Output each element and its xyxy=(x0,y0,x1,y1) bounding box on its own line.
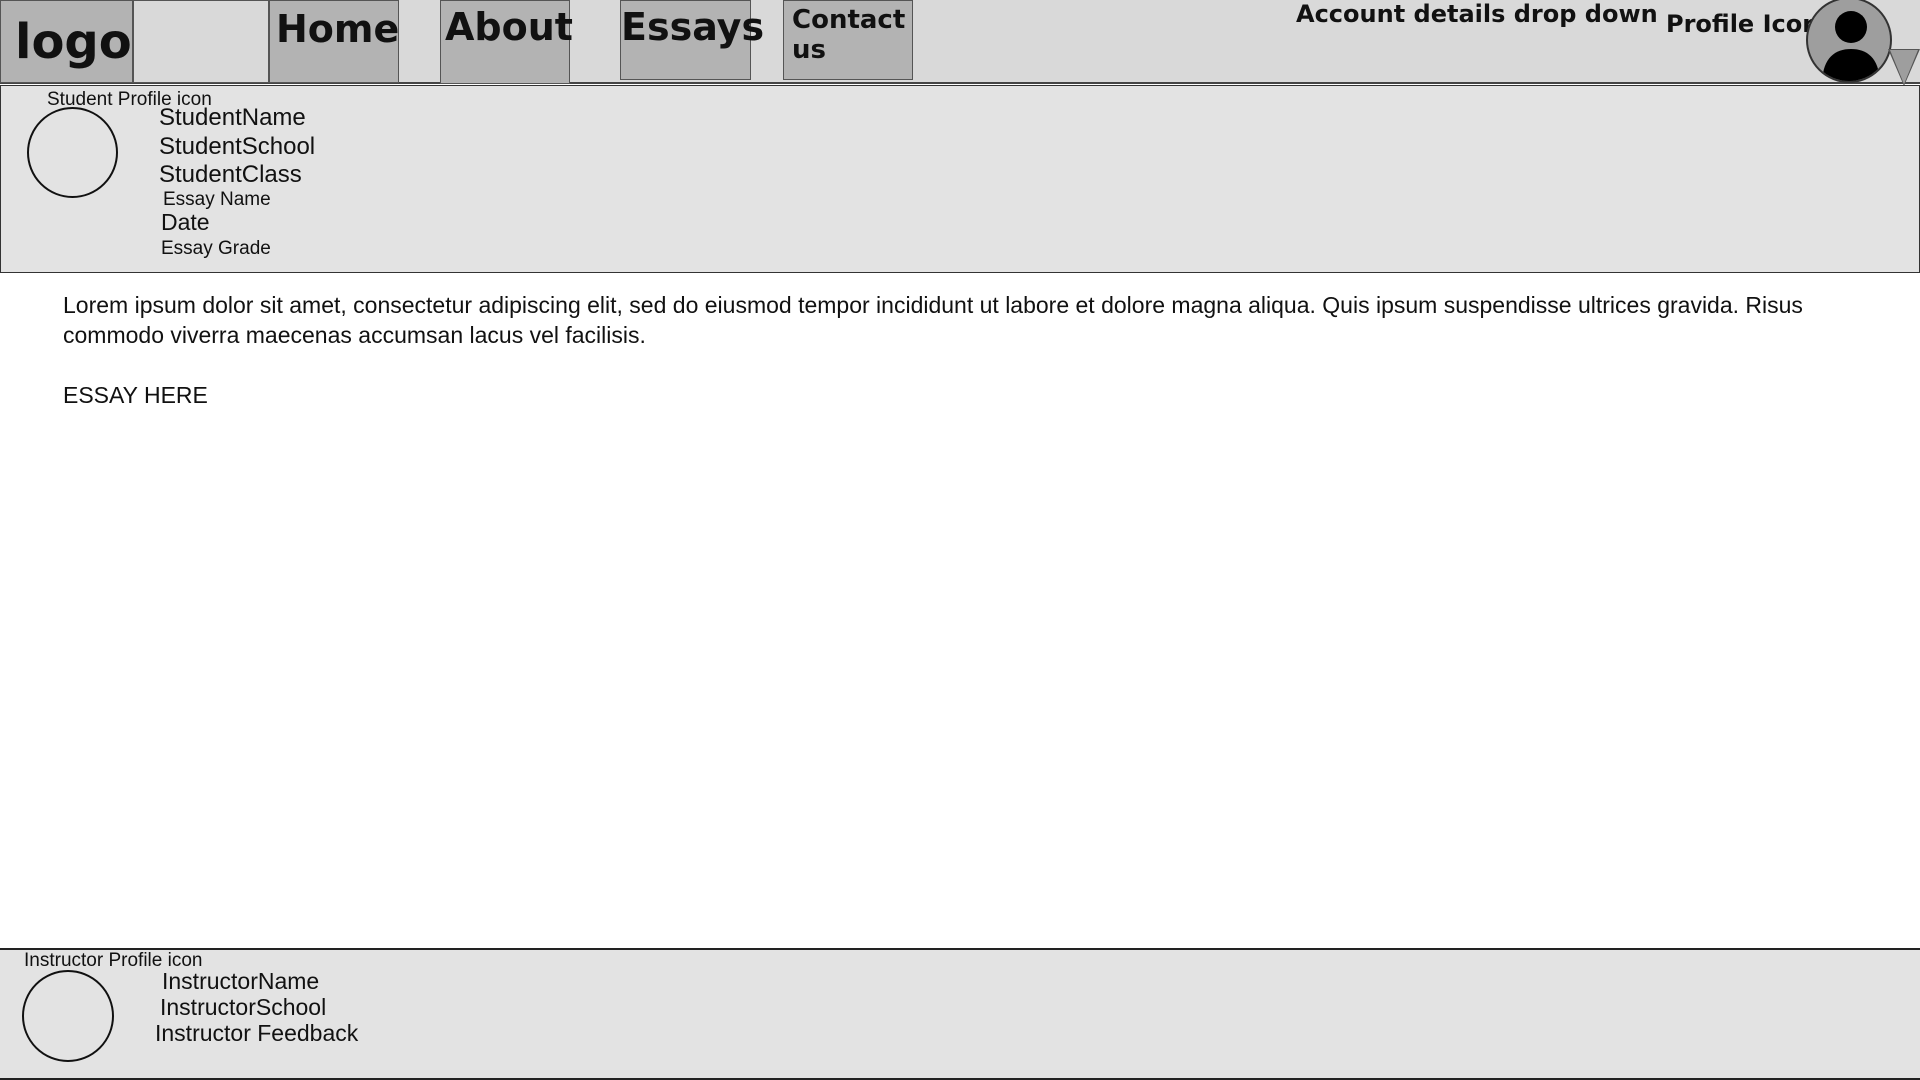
essay-content: Lorem ipsum dolor sit amet, consectetur … xyxy=(63,290,1853,440)
student-name: StudentName xyxy=(159,104,306,131)
instructor-info-panel: Instructor Profile icon InstructorName I… xyxy=(0,948,1920,1080)
logo-label: logo xyxy=(15,13,132,70)
nav-blank-slot xyxy=(133,0,269,83)
instructor-school: InstructorSchool xyxy=(160,994,327,1020)
essay-name: Essay Name xyxy=(163,189,271,210)
triangle-down-icon[interactable] xyxy=(1890,50,1918,84)
essay-intro-text: Lorem ipsum dolor sit amet, consectetur … xyxy=(63,292,1803,348)
student-class: StudentClass xyxy=(159,161,302,188)
student-profile-icon[interactable] xyxy=(27,107,118,198)
top-nav-bar: logo Home About Essays Contact us Accoun… xyxy=(0,0,1920,86)
nav-essays-button[interactable]: Essays xyxy=(620,0,764,80)
user-silhouette-icon[interactable] xyxy=(1806,0,1892,83)
student-info-panel: Student Profile icon StudentName Student… xyxy=(0,85,1920,273)
nav-essays-label: Essays xyxy=(621,5,765,49)
instructor-profile-icon[interactable] xyxy=(22,970,114,1062)
logo[interactable]: logo xyxy=(0,0,133,83)
user-silhouette-graphic xyxy=(1822,11,1880,81)
page: logo Home About Essays Contact us Accoun… xyxy=(0,0,1920,1080)
nav-home-button[interactable]: Home xyxy=(269,0,399,83)
essay-date: Date xyxy=(161,209,210,235)
student-school: StudentSchool xyxy=(159,133,316,160)
nav-contact-button[interactable]: Contact us xyxy=(783,0,913,80)
profile-icon-label: Profile Icon xyxy=(1666,10,1820,38)
nav-about-button[interactable]: About xyxy=(440,0,573,84)
nav-contact-label: Contact us xyxy=(792,5,906,65)
instructor-name: InstructorName xyxy=(162,968,320,994)
nav-about-label: About xyxy=(445,5,573,49)
essay-placeholder: ESSAY HERE xyxy=(63,382,208,408)
essay-grade: Essay Grade xyxy=(161,238,271,259)
account-details-dropdown[interactable]: Account details drop down xyxy=(1296,0,1658,28)
nav-home-label: Home xyxy=(276,7,400,51)
instructor-feedback: Instructor Feedback xyxy=(155,1020,359,1046)
